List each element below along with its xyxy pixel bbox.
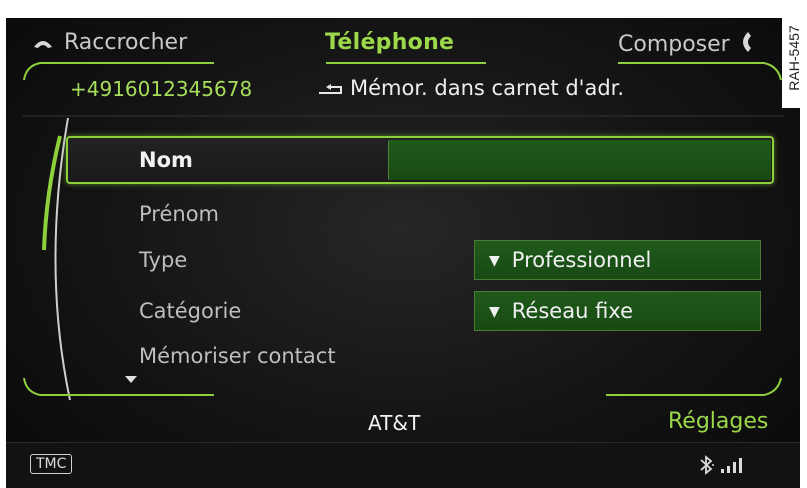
settings-button[interactable]: Réglages (668, 409, 768, 434)
phone-number: +4916012345678 (70, 77, 253, 101)
network-provider: AT&T (368, 411, 421, 435)
return-arrow-icon (318, 77, 342, 101)
screen: Raccrocher Téléphone Composer +491601234… (0, 0, 807, 488)
category-select-value: Réseau fixe (511, 299, 633, 323)
dial-label: Composer (618, 32, 730, 57)
name-input[interactable] (388, 140, 771, 180)
category-label[interactable]: Catégorie (139, 299, 241, 323)
category-select[interactable]: ▼ Réseau fixe (474, 291, 761, 331)
type-select[interactable]: ▼ Professionnel (474, 240, 761, 280)
page-title: Téléphone (325, 30, 455, 55)
save-to-address-book-button[interactable]: Mémor. dans carnet d'adr. (318, 76, 624, 101)
phone-handset-icon (738, 30, 752, 60)
type-select-value: Professionnel (511, 248, 652, 272)
first-name-label[interactable]: Prénom (139, 202, 219, 226)
dial-button[interactable]: Composer (618, 30, 752, 60)
dropdown-triangle-icon: ▼ (489, 304, 500, 320)
hangup-phone-icon (32, 31, 54, 56)
type-label[interactable]: Type (139, 248, 187, 272)
status-bar (6, 442, 800, 488)
bluetooth-icon (700, 455, 714, 475)
reference-code: RAH-5457 (782, 6, 806, 108)
hangup-label: Raccrocher (64, 30, 188, 55)
tmc-badge: TMC (30, 454, 73, 474)
mmi-display: Raccrocher Téléphone Composer +491601234… (6, 18, 800, 488)
hangup-button[interactable]: Raccrocher (32, 30, 187, 56)
signal-strength-icon (721, 458, 742, 473)
scroll-down-icon (125, 376, 137, 383)
name-label: Nom (139, 148, 193, 172)
dropdown-triangle-icon: ▼ (489, 253, 500, 269)
save-contact-button[interactable]: Mémoriser contact (139, 344, 336, 368)
reference-code-text: RAH-5457 (786, 25, 802, 91)
save-to-address-book-label: Mémor. dans carnet d'adr. (350, 76, 625, 100)
